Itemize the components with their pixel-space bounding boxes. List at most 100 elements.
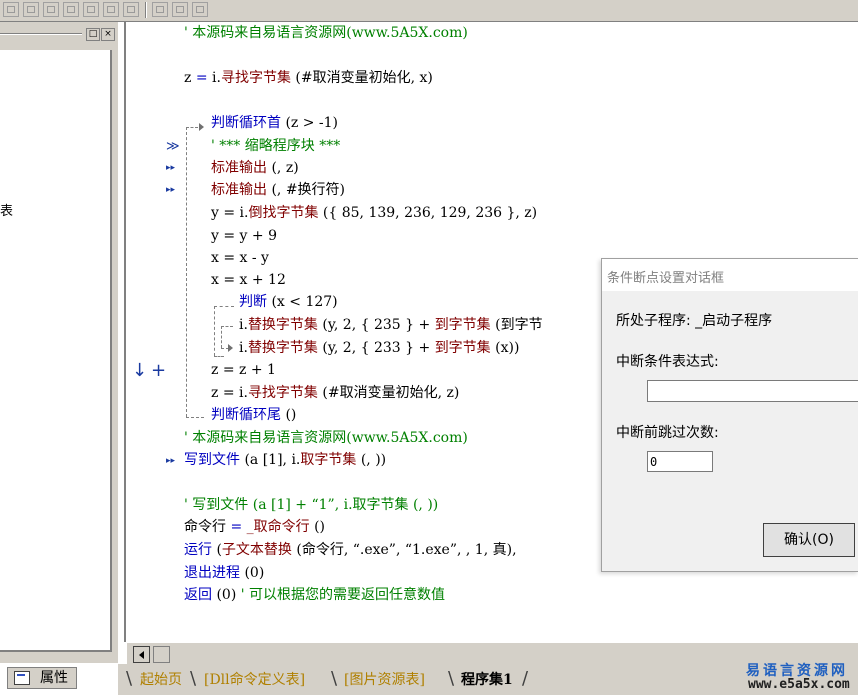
code-line[interactable]: 命令行 = _取命令行 (): [184, 519, 325, 535]
code-line[interactable]: 标准输出 (, #换行符): [211, 182, 345, 198]
tab-separator: \: [331, 668, 338, 689]
condition-input[interactable]: [647, 380, 858, 402]
code-line[interactable]: ' 写到文件 (a [1] + “1”, i.取字节集 (, )): [184, 497, 438, 513]
center-icon[interactable]: [192, 2, 208, 17]
code-token: (): [281, 407, 297, 423]
code-token: 替换字节集: [247, 317, 318, 333]
code-line[interactable]: 标准输出 (, z): [211, 160, 299, 176]
properties-tab-label: 属性: [40, 670, 68, 686]
code-token: (, #换行符): [267, 182, 346, 198]
code-token: (, )): [356, 452, 387, 468]
comment-text: ' 本源码来自易语言资源网(www.5A5X.com): [184, 25, 468, 41]
code-token: 判断循环尾: [211, 407, 281, 423]
left-panel-header: □ ×: [0, 27, 118, 41]
code-token: 标准输出: [211, 182, 267, 198]
properties-icon: [14, 671, 30, 685]
code-line[interactable]: z = i.寻找字节集 (#取消变量初始化, x): [184, 70, 433, 86]
if-guide-end: [214, 356, 224, 357]
subprogram-label: 所处子程序: _启动子程序: [616, 313, 773, 329]
align-center-icon[interactable]: [23, 2, 39, 17]
code-token: 返回: [184, 587, 212, 603]
tab-start-page[interactable]: 起始页: [140, 669, 182, 691]
toolbar: [0, 0, 858, 22]
watermark-url: www.e5a5x.com: [748, 677, 850, 692]
comment-text: ' 可以根据您的需要返回任意数值: [236, 587, 446, 603]
code-line[interactable]: 运行 (子文本替换 (命令行, “.exe”, “1.exe”, , 1, 真)…: [184, 542, 517, 558]
v-spacing-icon[interactable]: [172, 2, 188, 17]
code-line[interactable]: z = i.寻找字节集 (#取消变量初始化, z): [211, 385, 459, 401]
current-line-arrow-icon: ↓: [132, 360, 148, 381]
trace-marker-icon: ▸▸: [166, 456, 176, 466]
code-line[interactable]: i.替换字节集 (y, 2, { 235 } + 到字节集 (到字节: [239, 317, 543, 333]
list-fragment-text: 表: [0, 204, 14, 219]
code-line[interactable]: 退出进程 (0): [184, 565, 264, 581]
code-token: y = y + 9: [211, 228, 277, 244]
code-line[interactable]: x = x + 12: [211, 272, 286, 288]
code-token: (y, 2, { 235 } +: [317, 317, 435, 333]
code-token: 到字节集: [434, 317, 491, 333]
code-token: (0): [212, 587, 237, 603]
trace-marker-icon: ▸▸: [166, 185, 176, 195]
close-button[interactable]: ×: [101, 28, 115, 41]
expand-block-icon[interactable]: ≫: [166, 139, 180, 154]
trace-marker-icon: ▸▸: [166, 163, 176, 173]
same-width-icon[interactable]: [103, 2, 119, 17]
scroll-thumb[interactable]: [153, 646, 170, 663]
code-line[interactable]: y = y + 9: [211, 228, 277, 244]
code-line[interactable]: 判断循环首 (z > -1): [211, 115, 338, 131]
same-height-icon[interactable]: [123, 2, 139, 17]
skip-count-input[interactable]: [647, 451, 713, 472]
tab-dll-commands[interactable]: [Dll命令定义表]: [204, 669, 305, 691]
code-line[interactable]: ' *** 缩略程序块 ***: [211, 138, 340, 154]
align-bottom-icon[interactable]: [83, 2, 99, 17]
toolbar-separator: [145, 2, 147, 18]
code-line[interactable]: 判断 (x < 127): [239, 294, 338, 310]
code-line[interactable]: z = z + 1: [211, 362, 276, 378]
code-line[interactable]: x = x - y: [211, 250, 269, 266]
code-line[interactable]: 写到文件 (a [1], i.取字节集 (, )): [184, 452, 386, 468]
breakpoint-plus-icon[interactable]: +: [151, 360, 166, 381]
code-token: 命令行: [184, 519, 226, 535]
code-token: 写到文件: [184, 452, 240, 468]
code-line[interactable]: 返回 (0) ' 可以根据您的需要返回任意数值: [184, 587, 445, 603]
code-token: (到字节: [490, 317, 543, 333]
code-line[interactable]: 判断循环尾 (): [211, 407, 296, 423]
h-spacing-icon[interactable]: [152, 2, 168, 17]
tab-assembly-1[interactable]: 程序集1: [461, 669, 513, 691]
code-line[interactable]: ' 本源码来自易语言资源网(www.5A5X.com): [184, 430, 468, 446]
dialog-titlebar[interactable]: 条件断点设置对话框: [602, 259, 858, 291]
code-token: (a [1], i.: [240, 452, 301, 468]
if-guide-top: [214, 306, 234, 307]
tab-separator: \: [126, 668, 133, 689]
conditional-breakpoint-dialog: 条件断点设置对话框 所处子程序: _启动子程序 中断条件表达式: 中断前跳过次数…: [601, 258, 858, 572]
code-token: 判断: [239, 294, 267, 310]
comment-text: ' 本源码来自易语言资源网(www.5A5X.com): [184, 430, 468, 446]
code-token: y = i.: [211, 205, 249, 221]
scroll-left-button[interactable]: [133, 646, 150, 663]
code-token: (#取消变量初始化, z): [317, 385, 460, 401]
loop-guide-bottom: [186, 417, 204, 418]
dialog-title: 条件断点设置对话框: [607, 271, 725, 286]
confirm-button[interactable]: 确认(O): [763, 523, 855, 557]
restore-button[interactable]: □: [86, 28, 100, 41]
align-left-icon[interactable]: [3, 2, 19, 17]
condition-label: 中断条件表达式:: [616, 354, 719, 370]
code-line[interactable]: ' 本源码来自易语言资源网(www.5A5X.com): [184, 25, 468, 41]
code-token: i.: [212, 70, 221, 86]
code-token: 寻找字节集: [247, 385, 318, 401]
code-line[interactable]: i.替换字节集 (y, 2, { 233 } + 到字节集 (x)): [239, 340, 519, 356]
properties-tab[interactable]: 属性: [7, 667, 77, 689]
code-token: 退出进程: [184, 565, 240, 581]
code-line[interactable]: y = i.倒找字节集 ({ 85, 139, 236, 129, 236 },…: [211, 205, 537, 221]
code-token: 寻找字节集: [220, 70, 291, 86]
align-top-icon[interactable]: [43, 2, 59, 17]
code-token: ({ 85, 139, 236, 129, 236 }, z): [318, 205, 538, 221]
loop-guide-top: [186, 127, 198, 128]
left-list[interactable]: 表: [0, 50, 112, 652]
tab-image-resources[interactable]: [图片资源表]: [344, 669, 425, 691]
align-middle-icon[interactable]: [63, 2, 79, 17]
code-token: (y, 2, { 233 } +: [317, 340, 435, 356]
code-token: 判断循环首: [211, 115, 281, 131]
code-token: 运行: [184, 542, 212, 558]
comment-text: ' 写到文件 (a [1] + “1”, i.取字节集 (, )): [184, 497, 439, 513]
